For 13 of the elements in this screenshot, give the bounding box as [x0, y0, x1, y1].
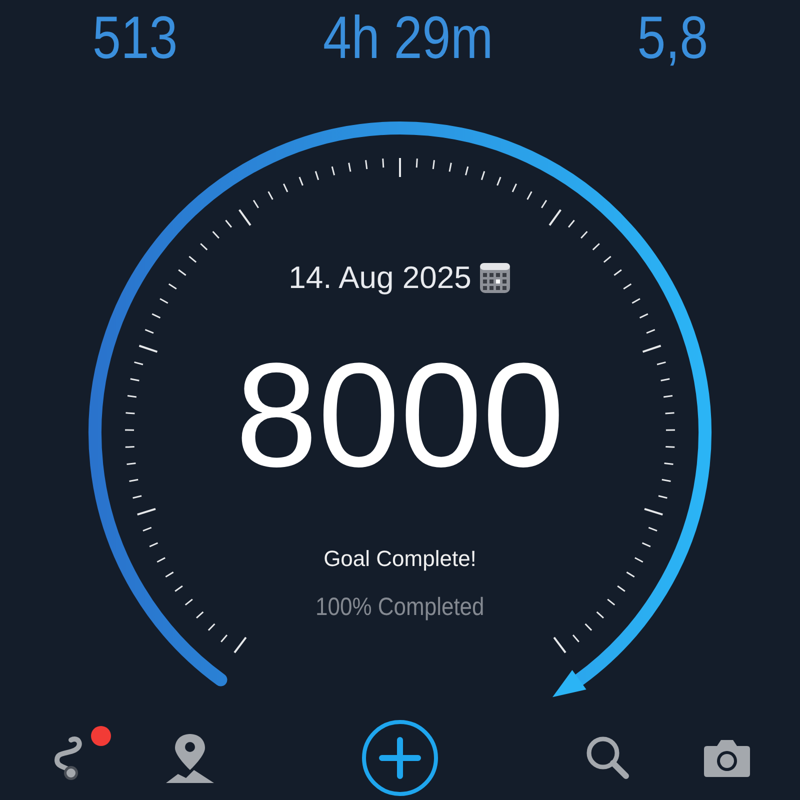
stat-value: 513	[92, 8, 178, 68]
date-label: 14. Aug 2025	[288, 259, 472, 297]
camera-icon[interactable]	[703, 738, 751, 778]
calendar-icon[interactable]	[479, 262, 512, 294]
stat-value: 5,8	[637, 8, 708, 68]
arrow-head	[552, 670, 586, 698]
stat-value: 4h 29m	[323, 8, 494, 68]
map-pin-icon[interactable]	[164, 732, 216, 784]
search-icon[interactable]	[585, 734, 631, 780]
completion-percent: 100% Completed	[316, 592, 484, 622]
goal-status: Goal Complete!	[324, 544, 476, 573]
add-button[interactable]	[360, 718, 440, 798]
step-count: 8000	[235, 342, 565, 490]
